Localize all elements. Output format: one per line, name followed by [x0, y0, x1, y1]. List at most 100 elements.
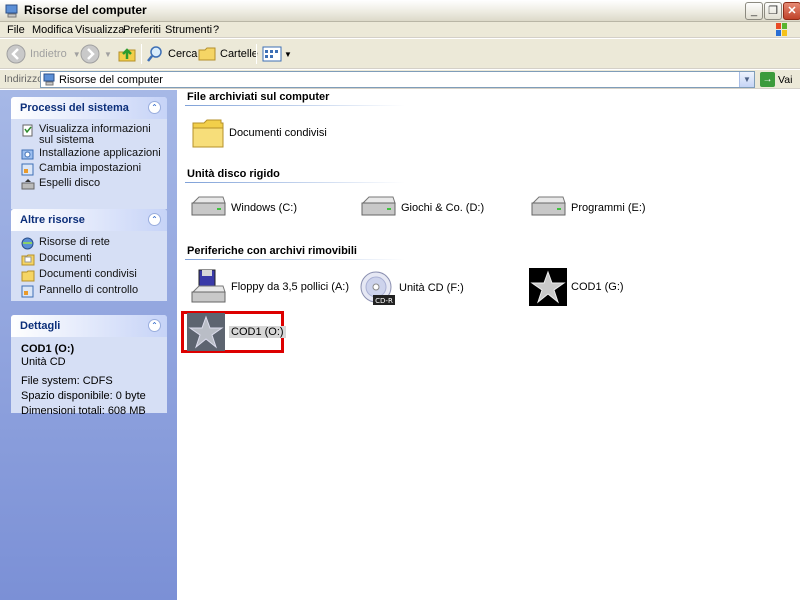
- search-button[interactable]: Cerca: [146, 43, 197, 65]
- task-add-remove-programs[interactable]: Installazione applicazioni: [21, 148, 161, 161]
- go-button-label[interactable]: Vai: [778, 74, 792, 86]
- task-change-settings[interactable]: Cambia impostazioni: [21, 163, 161, 176]
- forward-dropdown-icon[interactable]: ▼: [104, 50, 112, 59]
- task-label: Cambia impostazioni: [39, 162, 142, 174]
- collapse-chevron-icon[interactable]: ⌃: [148, 101, 161, 114]
- task-label: Installazione applicazioni: [39, 147, 161, 159]
- section-title: Unità disco rigido: [187, 168, 280, 180]
- toolbar-separator: [141, 44, 142, 64]
- section-title: Periferiche con archivi rimovibili: [187, 245, 357, 257]
- star-drive-icon: [187, 313, 225, 351]
- folder-icon: [21, 270, 35, 282]
- other-places-title: Altre risorse: [20, 214, 85, 226]
- system-tasks-title: Processi del sistema: [20, 102, 129, 114]
- item-label: COD1 (O:): [229, 326, 286, 338]
- item-drive-d[interactable]: Giochi & Co. (D:): [359, 195, 484, 221]
- cd-r-badge: CD-R: [375, 297, 393, 305]
- place-label: Documenti condivisi: [39, 268, 137, 280]
- menu-strumenti[interactable]: Strumenti: [165, 24, 212, 36]
- address-dropdown-icon[interactable]: ▼: [739, 72, 754, 87]
- place-label: Documenti: [39, 252, 92, 264]
- close-button[interactable]: ✕: [783, 2, 800, 20]
- task-view-system-info[interactable]: Visualizza informazioni sul sistema: [21, 124, 161, 146]
- details-filesystem: File system: CDFS: [21, 375, 113, 387]
- item-label: Programmi (E:): [571, 202, 646, 214]
- item-label: COD1 (G:): [571, 281, 624, 293]
- title-bar: Risorse del computer _ ❐ ✕: [0, 0, 800, 22]
- system-tasks-header[interactable]: Processi del sistema ⌃: [11, 97, 167, 119]
- back-label: Indietro: [30, 48, 67, 60]
- details-name: COD1 (O:): [21, 343, 75, 355]
- item-drive-e[interactable]: Programmi (E:): [529, 195, 646, 221]
- folders-button[interactable]: Cartelle: [198, 43, 258, 65]
- details-title: Dettagli: [20, 320, 61, 332]
- toolbar: Indietro ▼ ▼ Cerca Cartelle ▼: [0, 39, 800, 69]
- forward-arrow-icon: [80, 44, 100, 64]
- collapse-chevron-icon[interactable]: ⌃: [148, 213, 161, 226]
- item-drive-c[interactable]: Windows (C:): [189, 195, 297, 221]
- other-places-panel: Altre risorse ⌃ Risorse di rete Document…: [11, 209, 167, 301]
- place-network[interactable]: Risorse di rete: [21, 237, 161, 250]
- menu-visualizza[interactable]: Visualizza: [75, 24, 124, 36]
- my-computer-icon: [43, 73, 55, 86]
- folders-icon: [198, 47, 216, 61]
- folders-label: Cartelle: [220, 48, 258, 60]
- views-icon: [262, 46, 282, 62]
- item-label: Windows (C:): [231, 202, 298, 214]
- place-label: Risorse di rete: [39, 236, 110, 248]
- item-cd-f[interactable]: CD-R Unità CD (F:): [359, 270, 464, 306]
- item-cod1-o[interactable]: COD1 (O:): [187, 313, 286, 351]
- details-free-space: Spazio disponibile: 0 byte: [21, 390, 146, 402]
- menu-help[interactable]: ?: [213, 24, 219, 36]
- views-button[interactable]: ▼: [262, 43, 292, 65]
- windows-logo-icon: [776, 23, 787, 36]
- network-icon: [21, 237, 34, 250]
- place-documents[interactable]: Documenti: [21, 253, 161, 266]
- section-divider: [185, 182, 405, 183]
- up-folder-button[interactable]: [117, 43, 137, 65]
- search-icon: [147, 46, 162, 62]
- section-title: File archiviati sul computer: [187, 91, 330, 103]
- content-area: File archiviati sul computer Documenti c…: [177, 90, 800, 600]
- views-dropdown-icon[interactable]: ▼: [284, 50, 292, 59]
- menu-file[interactable]: File: [7, 24, 25, 36]
- folder-icon: [192, 119, 224, 148]
- item-label: Documenti condivisi: [229, 127, 327, 139]
- other-places-header[interactable]: Altre risorse ⌃: [11, 209, 167, 231]
- menu-preferiti[interactable]: Preferiti: [123, 24, 161, 36]
- toolbar-separator: [256, 44, 257, 64]
- go-arrow-icon[interactable]: →: [760, 72, 775, 87]
- address-bar: Indirizzo Risorse del computer ▼ → Vai: [0, 70, 800, 89]
- system-tasks-panel: Processi del sistema ⌃ Visualizza inform…: [11, 97, 167, 209]
- details-type: Unità CD: [21, 356, 66, 368]
- eject-disk-icon: [21, 179, 35, 190]
- maximize-button[interactable]: ❐: [764, 2, 782, 20]
- forward-button[interactable]: ▼: [80, 43, 112, 65]
- up-folder-icon: [118, 48, 136, 62]
- place-control-panel[interactable]: Pannello di controllo: [21, 285, 161, 298]
- details-header[interactable]: Dettagli ⌃: [11, 315, 167, 337]
- documents-folder-icon: [21, 254, 35, 266]
- menu-modifica[interactable]: Modifica: [32, 24, 73, 36]
- task-pane: Processi del sistema ⌃ Visualizza inform…: [0, 90, 177, 600]
- control-panel-icon: [21, 163, 34, 176]
- back-arrow-icon: [6, 44, 26, 64]
- system-info-icon: [22, 124, 33, 137]
- section-divider: [185, 105, 405, 106]
- star-drive-icon: [529, 268, 567, 306]
- my-computer-icon: [5, 4, 18, 18]
- place-shared-documents[interactable]: Documenti condivisi: [21, 269, 161, 282]
- task-eject-disk[interactable]: Espelli disco: [21, 178, 161, 191]
- details-panel: Dettagli ⌃ COD1 (O:) Unità CD File syste…: [11, 315, 167, 417]
- item-cod1-g[interactable]: COD1 (G:): [529, 268, 624, 306]
- task-label: Espelli disco: [39, 177, 101, 189]
- address-input[interactable]: Risorse del computer ▼: [40, 71, 755, 88]
- minimize-button[interactable]: _: [745, 2, 763, 20]
- address-label: Indirizzo: [4, 73, 44, 85]
- collapse-chevron-icon[interactable]: ⌃: [148, 319, 161, 332]
- window-title: Risorse del computer: [24, 3, 147, 17]
- back-button[interactable]: Indietro ▼: [6, 43, 81, 65]
- item-shared-documents[interactable]: Documenti condivisi: [191, 117, 327, 149]
- item-floppy-a[interactable]: Floppy da 3,5 pollici (A:): [189, 268, 349, 306]
- item-label: Floppy da 3,5 pollici (A:): [231, 281, 349, 293]
